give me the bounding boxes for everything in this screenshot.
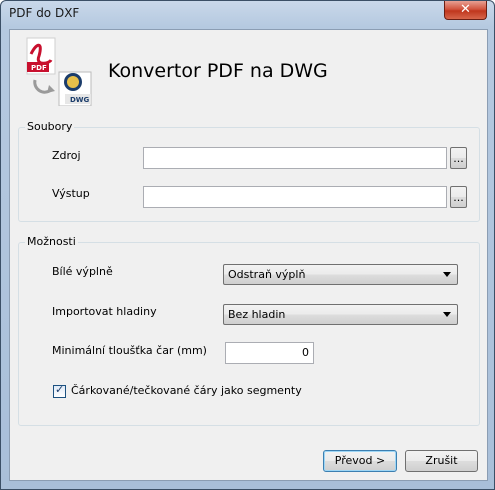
dashed-lines-checkbox[interactable]: ✓ <box>53 383 66 398</box>
white-fill-label: Bílé výplně <box>52 265 113 278</box>
output-input[interactable] <box>143 186 447 208</box>
import-layers-select[interactable]: Bez hladin <box>223 304 458 325</box>
white-fill-select-value: Odstraň výplň <box>228 268 306 281</box>
min-line-width-label: Minimální tloušťka čar (mm) <box>52 344 207 357</box>
source-input[interactable] <box>143 147 447 169</box>
close-icon: ✕ <box>460 2 471 17</box>
min-line-width-input[interactable]: 0 <box>225 342 314 364</box>
output-label: Výstup <box>52 187 90 200</box>
page-title: Konvertor PDF na DWG <box>108 60 328 82</box>
source-label: Zdroj <box>52 149 81 162</box>
dialog-client: PDF DWG Konvertor PDF na DWG Soubory Zdr… <box>9 29 488 481</box>
source-browse-button[interactable]: ... <box>450 147 467 169</box>
pdf-icon-label: PDF <box>31 64 47 72</box>
import-layers-label: Importovat hladiny <box>52 305 157 318</box>
chevron-down-icon <box>443 312 451 317</box>
white-fill-select[interactable]: Odstraň výplň <box>223 264 458 285</box>
import-layers-select-value: Bez hladin <box>228 308 286 321</box>
cancel-button[interactable]: Zrušit <box>405 450 478 472</box>
checkmark-icon: ✓ <box>55 383 65 396</box>
chevron-down-icon <box>443 272 451 277</box>
close-button[interactable]: ✕ <box>444 1 487 20</box>
output-browse-button[interactable]: ... <box>450 186 467 208</box>
options-group-label: Možnosti <box>25 235 78 248</box>
files-group-label: Soubory <box>25 120 75 133</box>
convert-button[interactable]: Převod > <box>323 450 397 472</box>
dialog-window: PDF do DXF ✕ PDF DWG Konvertor PDF na DW… <box>0 0 495 490</box>
window-title: PDF do DXF <box>9 6 80 20</box>
pdf-to-dwg-icon: PDF DWG <box>26 37 92 106</box>
dashed-lines-label[interactable]: Čárkované/tečkované čáry jako segmenty <box>71 384 302 397</box>
title-bar[interactable]: PDF do DXF ✕ <box>1 1 495 27</box>
dwg-icon-label: DWG <box>70 96 90 104</box>
